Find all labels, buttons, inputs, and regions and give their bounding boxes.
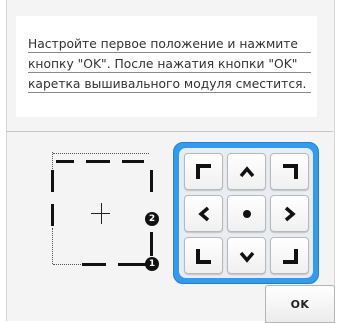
frame-dotted-line (52, 152, 53, 169)
badge-2: 2 (145, 212, 159, 226)
move-left-button[interactable] (184, 195, 223, 232)
arrow-up-icon (239, 165, 254, 177)
move-right-button[interactable] (270, 195, 309, 232)
frame-dash (150, 170, 153, 192)
frame-dash (86, 160, 110, 163)
message-line-1: Настройте первое положение и нажмите (28, 36, 311, 53)
center-dot-icon (242, 209, 251, 218)
frame-dotted-line (53, 264, 81, 265)
badge-1: 1 (145, 257, 159, 271)
corner-bottom-left-icon (195, 248, 211, 264)
arrow-right-icon (284, 206, 296, 221)
frame-dotted-line (52, 228, 53, 264)
frame-dash (56, 160, 74, 163)
move-up-button[interactable] (227, 153, 266, 190)
arrow-left-icon (197, 206, 209, 221)
divider (6, 131, 333, 132)
message-box: Настройте первое положение и нажмите кно… (16, 16, 317, 117)
move-down-button[interactable] (227, 237, 266, 274)
corner-top-right-icon (282, 163, 298, 179)
frame-dash (150, 232, 153, 256)
frame-dotted-line (53, 153, 149, 154)
message-line-2: кнопку "OK". После нажатия кнопки "OK" (28, 56, 311, 73)
corner-top-left-button[interactable] (184, 153, 223, 190)
arrow-pad (173, 142, 319, 284)
message-line-3: каретка вышивального модуля сместится. (28, 76, 311, 93)
frame-dash (51, 204, 54, 226)
corner-bottom-left-button[interactable] (184, 237, 223, 274)
corner-top-left-icon (195, 163, 211, 179)
frame-dash (82, 263, 106, 266)
center-cross-icon (101, 203, 102, 224)
frame-dash (51, 170, 54, 192)
corner-top-right-button[interactable] (270, 153, 309, 190)
frame-dash (118, 263, 148, 266)
ok-button[interactable]: OK (265, 285, 335, 323)
corner-bottom-right-button[interactable] (270, 237, 309, 274)
frame-dash (122, 160, 144, 163)
center-button[interactable] (227, 195, 266, 232)
corner-bottom-right-icon (282, 248, 298, 264)
arrow-down-icon (239, 251, 254, 263)
arrow-pad-inner (179, 148, 313, 278)
